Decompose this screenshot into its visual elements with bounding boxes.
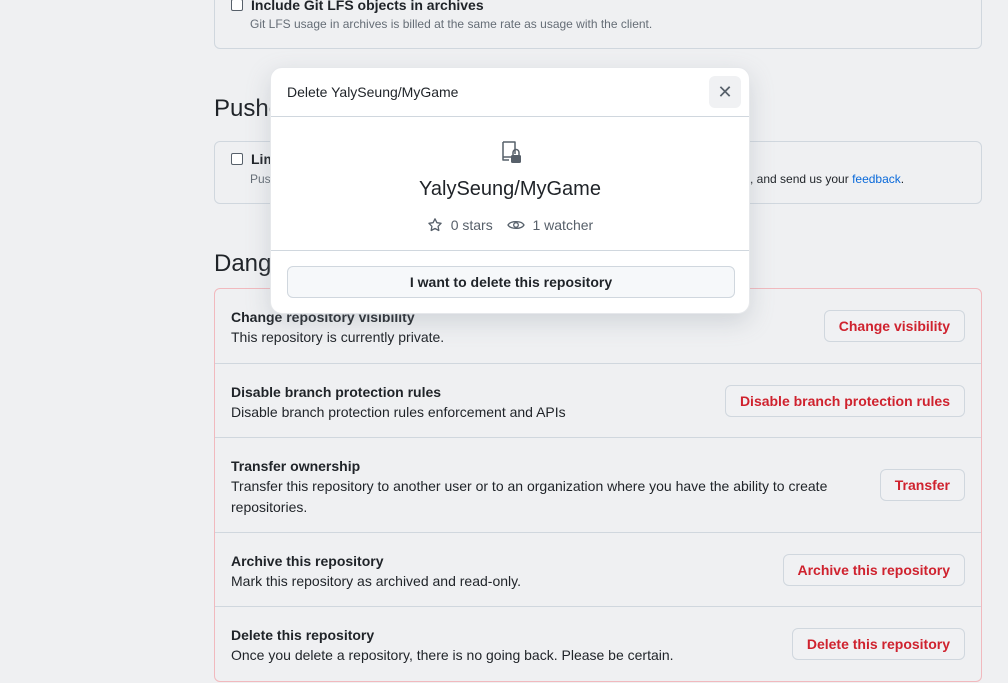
pushes-note-period: .: [900, 172, 905, 186]
repo-locked-icon: [502, 141, 521, 163]
archive-repository-button[interactable]: Archive this repository: [782, 554, 965, 586]
lfs-checkbox-label: Include Git LFS objects in archives: [251, 0, 484, 13]
stars-count: 0 stars: [450, 217, 493, 234]
danger-row-title: Delete this repository: [231, 627, 375, 643]
danger-row-title: Disable branch protection rules: [231, 384, 442, 400]
dialog-title: Delete YalySeung/MyGame: [287, 84, 459, 100]
close-icon: ✕: [717, 81, 733, 103]
danger-zone-box: Change repository visibility This reposi…: [214, 288, 982, 682]
danger-row-desc: Mark this repository as archived and rea…: [231, 573, 521, 589]
pushes-note-text: , and send us your: [750, 172, 853, 186]
feedback-link[interactable]: feedback: [852, 172, 901, 186]
confirm-delete-button[interactable]: I want to delete this repository: [287, 266, 735, 298]
dialog-header: Delete YalySeung/MyGame ✕: [271, 68, 749, 117]
delete-repository-button[interactable]: Delete this repository: [791, 628, 965, 660]
lfs-note: Git LFS usage in archives is billed at t…: [250, 17, 653, 31]
pushes-note-end: , and send us your feedback.: [750, 172, 904, 186]
danger-row-transfer: Transfer ownership Transfer this reposit…: [215, 437, 981, 532]
change-visibility-button[interactable]: Change visibility: [823, 310, 965, 342]
close-dialog-button[interactable]: ✕: [709, 76, 741, 108]
transfer-button[interactable]: Transfer: [879, 469, 965, 501]
danger-row-delete: Delete this repository Once you delete a…: [215, 606, 981, 683]
delete-repository-dialog: Delete YalySeung/MyGame ✕ YalySeung/MyGa…: [270, 67, 750, 314]
danger-row-desc: Disable branch protection rules enforcem…: [231, 404, 566, 420]
danger-row-desc: Transfer this repository to another user…: [231, 478, 828, 515]
danger-row-branch-protection: Disable branch protection rules Disable …: [215, 363, 981, 437]
danger-row-title: Archive this repository: [231, 553, 384, 569]
repo-stats: 0 stars 1 watcher: [271, 216, 749, 233]
pushes-note-start: Pus: [250, 172, 271, 186]
disable-branch-protection-button[interactable]: Disable branch protection rules: [724, 385, 965, 417]
danger-zone-heading: Dang: [214, 250, 272, 277]
eye-icon: [506, 221, 525, 230]
dialog-repo-name: YalySeung/MyGame: [419, 178, 601, 200]
lfs-checkbox[interactable]: [231, 0, 243, 11]
watchers-count: 1 watcher: [532, 217, 594, 234]
danger-row-archive: Archive this repository Mark this reposi…: [215, 532, 981, 606]
danger-row-title: Transfer ownership: [231, 458, 361, 474]
dialog-footer-divider: [271, 250, 749, 251]
danger-row-desc: Once you delete a repository, there is n…: [231, 647, 674, 663]
star-icon: [428, 218, 442, 232]
limit-pushes-checkbox[interactable]: [231, 153, 243, 165]
danger-row-desc: This repository is currently private.: [231, 329, 445, 345]
lfs-checkbox-row[interactable]: Include Git LFS objects in archives: [231, 0, 484, 13]
